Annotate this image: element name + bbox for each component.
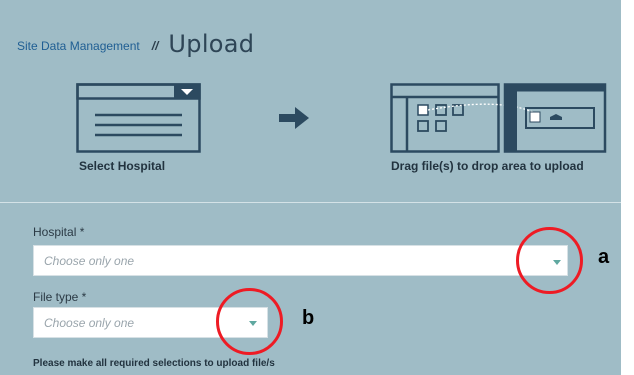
page-title: Upload (168, 30, 255, 58)
dropdown-list-icon (76, 83, 201, 153)
hospital-label: Hospital * (33, 225, 85, 239)
annotation-circle-b (216, 288, 283, 355)
step-label-select-hospital: Select Hospital (79, 159, 166, 173)
breadcrumb: Site Data Management // Upload (17, 28, 255, 58)
section-divider (0, 202, 621, 203)
required-selection-note: Please make all required selections to u… (33, 358, 275, 369)
arrow-right-icon (279, 107, 309, 129)
hospital-select-placeholder: Choose only one (44, 254, 135, 268)
breadcrumb-separator: // (151, 39, 159, 53)
hospital-select[interactable]: Choose only one (33, 245, 568, 276)
annotation-label-b: b (302, 307, 315, 329)
file-type-select-placeholder: Choose only one (44, 316, 135, 330)
breadcrumb-link-site-data-management[interactable]: Site Data Management (17, 39, 140, 53)
annotation-circle-a (516, 227, 583, 294)
step-label-drag-drop: Drag file(s) to drop area to upload (391, 159, 584, 173)
file-type-label: File type * (33, 290, 87, 304)
annotation-label-a: a (598, 246, 610, 268)
drag-drop-icon (390, 83, 607, 153)
